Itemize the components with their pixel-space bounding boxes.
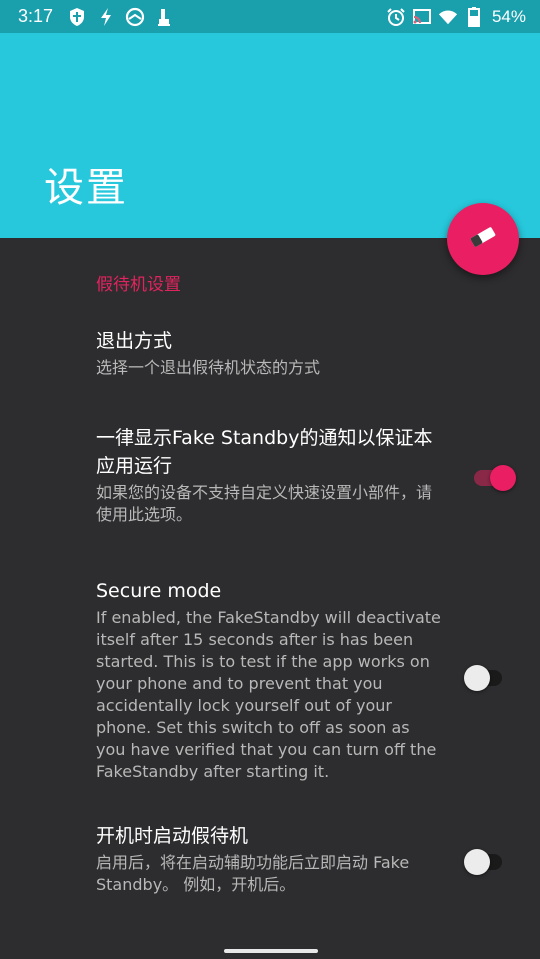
pref-secure-mode[interactable]: Secure mode If enabled, the FakeStandby … [96,577,441,783]
pref-title: 退出方式 [96,330,173,352]
battery-percentage: 54% [491,6,526,26]
toggle-thumb [464,665,490,691]
pref-title: Secure mode [96,580,222,602]
battery-icon [464,6,484,27]
status-time: 3:17 [18,6,54,26]
app-bar: 设置 [0,33,540,238]
pref-summary: If enabled, the FakeStandby will deactiv… [96,608,441,781]
gesture-nav-bar[interactable] [224,949,318,953]
notification-toggle[interactable] [472,463,516,493]
usb-icon [154,7,174,27]
cast-icon [412,7,432,27]
pref-start-on-boot[interactable]: 开机时启动假待机 启用后，将在启动辅助功能后立即启动 Fake Standby。… [96,822,441,896]
eraser-icon [468,224,498,254]
toggle-thumb [490,465,516,491]
fab-button[interactable] [447,203,519,275]
pref-always-show-notification[interactable]: 一律显示Fake Standby的通知以保证本应用运行 如果您的设备不支持自定义… [96,424,441,526]
secure-mode-toggle[interactable] [464,663,508,693]
toggle-thumb [464,849,490,875]
status-right-group: 54% [386,6,526,27]
vpn-icon [125,7,145,27]
start-on-boot-toggle[interactable] [464,847,508,877]
alarm-icon [386,7,406,27]
shield-icon [67,7,87,27]
pref-exit-method[interactable]: 退出方式 选择一个退出假待机状态的方式 [96,327,441,379]
wifi-icon [438,7,458,27]
flash-icon [96,7,116,27]
pref-title: 开机时启动假待机 [96,825,249,847]
category-header: 假待机设置 [96,275,181,295]
page-title: 设置 [44,165,128,211]
pref-summary: 选择一个退出假待机状态的方式 [96,358,321,377]
pref-summary: 如果您的设备不支持自定义快速设置小部件，请使用此选项。 [96,483,433,524]
pref-summary: 启用后，将在启动辅助功能后立即启动 Fake Standby。 例如，开机后。 [96,853,410,894]
status-bar: 3:17 54% [0,0,540,33]
pref-title: 一律显示Fake Standby的通知以保证本应用运行 [96,427,433,477]
